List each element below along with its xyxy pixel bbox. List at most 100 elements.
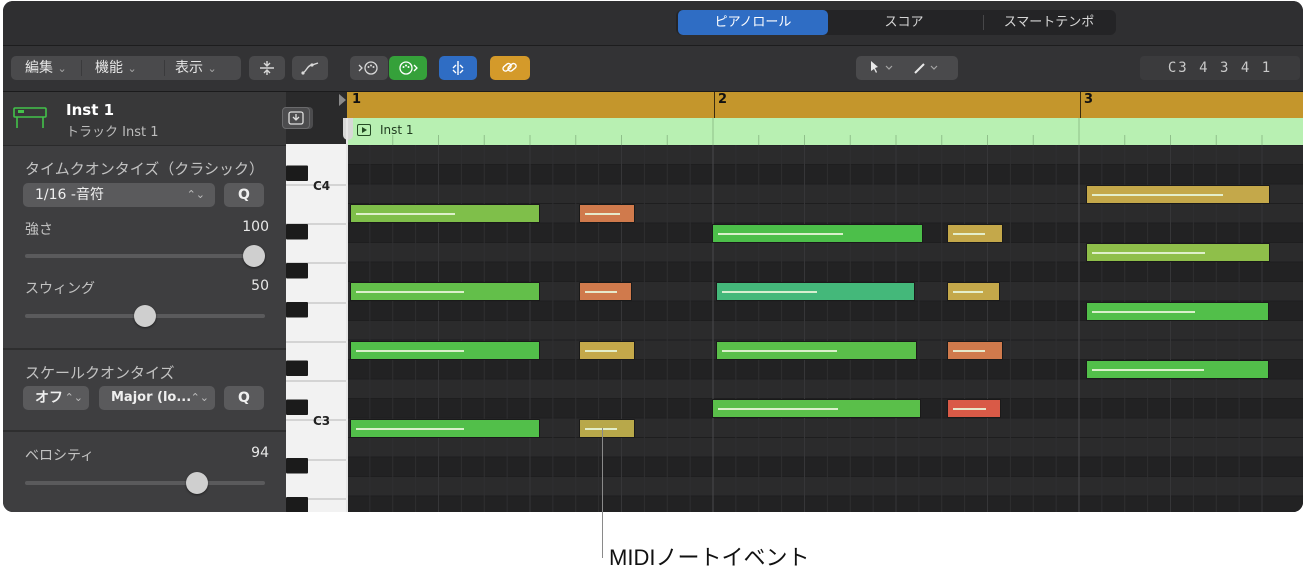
bar-ruler[interactable]: 1 2 3 [347, 92, 1303, 118]
callout-label: MIDIノートイベント [609, 545, 810, 570]
note-velocity-bar [952, 291, 983, 293]
pointer-tool-icon[interactable] [868, 56, 898, 88]
midi-note[interactable] [712, 399, 921, 418]
tab-score[interactable]: スコア [828, 10, 980, 35]
midi-note[interactable] [1085, 360, 1269, 379]
midi-note[interactable] [578, 204, 636, 223]
grid-lane [347, 145, 1303, 165]
piano-keyboard[interactable]: C4 C3 [286, 144, 347, 512]
keyboard-instrument-icon [12, 106, 48, 134]
inspector-panel: Inst 1 トラック Inst 1 タイムクオンタイズ（クラシック） 1/16… [3, 92, 313, 512]
grid-lane [347, 164, 1303, 184]
scale-type-popup[interactable]: Major (lo... ⌃⌄ [99, 386, 215, 410]
midi-note[interactable] [712, 223, 923, 243]
strength-slider-knob[interactable] [243, 245, 265, 267]
bar-number-1: 1 [352, 92, 362, 107]
midi-note[interactable] [946, 340, 1004, 360]
black-key [286, 165, 308, 181]
note-velocity-bar [952, 349, 986, 352]
black-key [286, 360, 308, 376]
note-velocity-bar [356, 427, 465, 430]
midi-note[interactable] [946, 282, 1000, 301]
pencil-tool-icon[interactable] [911, 56, 947, 88]
grid-lane [347, 476, 1303, 496]
track-header: Inst 1 トラック Inst 1 [3, 92, 313, 146]
functions-menu[interactable]: 機能 ⌄ [95, 56, 137, 81]
menu-separator [164, 60, 165, 76]
note-velocity-bar [952, 232, 986, 235]
strength-label: 強さ [25, 222, 53, 238]
collapse-icon[interactable] [249, 56, 285, 80]
time-quantize-q-button[interactable]: Q [224, 183, 264, 207]
midi-note[interactable] [350, 282, 541, 301]
midi-note[interactable] [350, 340, 541, 360]
scale-type-value: Major (lo... [111, 390, 192, 405]
black-key [286, 458, 308, 474]
note-velocity-bar [584, 349, 618, 352]
note-grid[interactable] [347, 145, 1303, 512]
midi-region-header[interactable]: Inst 1 [347, 118, 1303, 145]
black-key [286, 302, 308, 318]
midi-note[interactable] [946, 223, 1004, 243]
tab-piano-roll[interactable]: ピアノロール [678, 10, 828, 35]
midi-note[interactable] [716, 282, 916, 301]
midi-note[interactable] [1085, 184, 1271, 204]
midi-note[interactable] [578, 282, 632, 301]
note-velocity-bar [1091, 310, 1196, 313]
velocity-value: 94 [251, 445, 269, 461]
callout-line [602, 428, 603, 558]
download-icon[interactable] [282, 107, 310, 129]
view-menu[interactable]: 表示 ⌄ [175, 56, 217, 81]
tab-smart-tempo[interactable]: スマートテンポ [982, 10, 1116, 35]
updown-chevron-icon: ⌃⌄ [186, 188, 205, 201]
scale-quantize-off-popup[interactable]: オフ ⌃⌄ [23, 386, 89, 410]
updown-chevron-icon: ⌃⌄ [64, 391, 83, 404]
region-name: Inst 1 [380, 123, 414, 137]
piano-keys-svg[interactable] [286, 144, 347, 512]
link-icon[interactable] [490, 56, 530, 80]
c4-key-label: C4 [313, 179, 331, 193]
region-play-icon [357, 124, 371, 136]
quantize-value-popup[interactable]: 1/16 -音符 ⌃⌄ [23, 183, 215, 207]
view-tab-bar: ピアノロール スコア スマートテンポ [3, 1, 1303, 46]
velocity-slider-track[interactable] [25, 481, 265, 485]
midi-in-icon[interactable] [350, 56, 388, 80]
menu-separator [81, 60, 82, 76]
bar-number-2: 2 [718, 92, 728, 107]
playhead-marker-icon[interactable] [339, 94, 346, 106]
midi-note[interactable] [350, 204, 541, 223]
section-divider [3, 348, 286, 350]
velocity-slider-knob[interactable] [186, 472, 209, 494]
scale-quantize-q-button[interactable]: Q [224, 386, 264, 410]
note-velocity-bar [356, 349, 465, 352]
edit-menu[interactable]: 編集 ⌄ [25, 56, 67, 81]
midi-note[interactable] [578, 418, 636, 438]
time-quantize-title: タイムクオンタイズ（クラシック） [25, 160, 264, 178]
strength-value: 100 [242, 219, 269, 235]
midi-note[interactable] [1085, 243, 1271, 262]
note-velocity-bar [718, 232, 843, 235]
swing-label: スウィング [25, 281, 95, 297]
chevron-down-icon: ⌄ [57, 62, 67, 75]
catch-playhead-icon[interactable] [439, 56, 477, 80]
view-switcher: ピアノロール スコア スマートテンポ [676, 10, 1116, 35]
midi-note[interactable] [716, 340, 918, 360]
midi-out-icon[interactable] [389, 56, 427, 80]
swing-slider-knob[interactable] [134, 305, 156, 327]
midi-note[interactable] [946, 399, 1002, 418]
note-velocity-bar [356, 291, 465, 293]
midi-note[interactable] [578, 340, 636, 360]
playhead-handle[interactable] [343, 118, 353, 140]
midi-note[interactable] [350, 418, 541, 438]
note-velocity-bar [1091, 193, 1223, 196]
automation-curve-icon[interactable] [292, 56, 328, 80]
note-velocity-bar [952, 408, 987, 410]
black-key [286, 497, 308, 512]
midi-note[interactable] [1085, 301, 1269, 321]
c3-key-label: C3 [313, 414, 331, 428]
chevron-down-icon: ⌄ [207, 62, 217, 75]
position-display: C3 4 3 4 1 [1140, 56, 1300, 80]
black-key [286, 224, 308, 240]
editor-toolbar: 編集 ⌄ 機能 ⌄ 表示 ⌄ C3 4 3 4 1 [3, 46, 1303, 92]
strength-slider-track[interactable] [25, 254, 265, 258]
